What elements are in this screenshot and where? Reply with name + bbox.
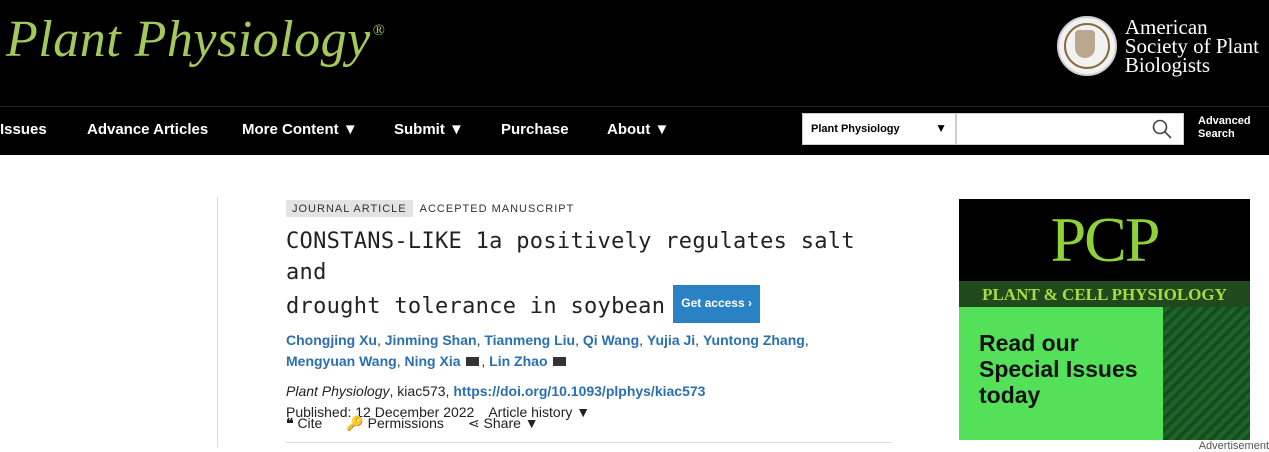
chevron-down-icon: ▼ [935, 121, 947, 135]
nav-about[interactable]: About ▼ [607, 121, 669, 138]
leaf-image [1163, 307, 1250, 440]
nav-advance-articles[interactable]: Advance Articles [87, 121, 208, 138]
author-link[interactable]: Yujia Ji [647, 332, 695, 348]
article-type-tag: JOURNAL ARTICLE [286, 200, 413, 217]
author-link[interactable]: Tianmeng Liu [484, 332, 575, 348]
ad-logo: PCP [1050, 204, 1161, 275]
quote-icon: ❝ [286, 415, 294, 431]
society-seal-icon [1056, 16, 1117, 76]
ad-cta-line1: Read our [979, 330, 1079, 356]
left-divider [217, 197, 218, 447]
author-link[interactable]: Qi Wang [583, 332, 639, 348]
author-link[interactable]: Lin Zhao [489, 353, 547, 369]
share-button[interactable]: ⋖ Share ▼ [468, 415, 539, 432]
article-title: CONSTANS-LIKE 1a positively regulates sa… [286, 226, 906, 326]
ad-journal-name: PLANT & CELL PHYSIOLOGY [959, 281, 1250, 307]
share-icon: ⋖ [467, 415, 480, 431]
journal-logo[interactable]: Plant Physiology ® [6, 10, 386, 69]
nav-submit[interactable]: Submit ▼ [394, 121, 464, 138]
article-tools: ❝ Cite 🔑 Permissions ⋖ Share ▼ [286, 415, 539, 432]
permissions-button[interactable]: 🔑 Permissions [346, 415, 444, 432]
article-title-line2: drought tolerance in soybean [286, 294, 666, 319]
advanced-search-link[interactable]: Advanced Search [1198, 115, 1251, 141]
article-id: , kiac573, [389, 383, 454, 399]
ad-cta-line3: today [979, 382, 1041, 408]
author-list: Chongjing Xu, Jinming Shan, Tianmeng Liu… [286, 332, 809, 369]
share-label: Share ▼ [483, 415, 539, 431]
author-link[interactable]: Ning Xia [404, 353, 460, 369]
key-icon: 🔑 [346, 415, 364, 431]
registered-mark: ® [372, 22, 386, 39]
nav-purchase[interactable]: Purchase [501, 121, 569, 138]
author-link[interactable]: Chongjing Xu [286, 332, 377, 348]
cite-button[interactable]: ❝ Cite [286, 415, 322, 432]
search-icon[interactable] [1150, 117, 1174, 141]
email-icon[interactable] [553, 357, 567, 366]
society-name: American Society of Plant Biologists [1124, 16, 1259, 77]
author-link[interactable]: Yuntong Zhang [703, 332, 805, 348]
nav-issues[interactable]: Issues [0, 121, 47, 138]
author-link[interactable]: Mengyuan Wang [286, 353, 397, 369]
email-icon[interactable] [466, 357, 480, 366]
search-scope-select[interactable]: Plant Physiology ▼ [802, 113, 956, 145]
article-title-line1: CONSTANS-LIKE 1a positively regulates sa… [286, 229, 855, 285]
ad-cta: Read our Special Issues today [979, 330, 1138, 408]
advertisement-label: Advertisement [1198, 440, 1269, 452]
cite-label: Cite [297, 415, 323, 431]
society-logo[interactable]: American Society of Plant Biologists [1056, 16, 1259, 77]
article-tags: JOURNAL ARTICLE ACCEPTED MANUSCRIPT [286, 200, 906, 217]
journal-logo-text: Plant Physiology [6, 11, 371, 68]
doi-link[interactable]: https://doi.org/10.1093/plphys/kiac573 [453, 383, 705, 399]
article-status-tag: ACCEPTED MANUSCRIPT [419, 202, 575, 215]
advanced-search-line2: Search [1198, 128, 1235, 140]
permissions-label: Permissions [367, 415, 444, 431]
author-link[interactable]: Jinming Shan [385, 332, 477, 348]
ad-header: PCP [959, 199, 1250, 281]
tools-divider [286, 442, 892, 443]
article-header: JOURNAL ARTICLE ACCEPTED MANUSCRIPT CONS… [286, 200, 906, 423]
nav-more-content[interactable]: More Content ▼ [242, 121, 358, 138]
advanced-search-line1: Advanced [1198, 115, 1251, 127]
journal-name: Plant Physiology [286, 383, 390, 399]
advertisement-banner[interactable]: PCP PLANT & CELL PHYSIOLOGY Read our Spe… [959, 199, 1250, 440]
society-name-line3: Biologists [1124, 52, 1211, 77]
citation-line: Plant Physiology, kiac573, https://doi.o… [286, 381, 906, 402]
search-scope-label: Plant Physiology [811, 123, 900, 135]
masthead: Plant Physiology ® American Society of Pl… [0, 0, 1269, 106]
ad-cta-line2: Special Issues [979, 356, 1138, 382]
get-access-button[interactable]: Get access › [673, 285, 760, 323]
